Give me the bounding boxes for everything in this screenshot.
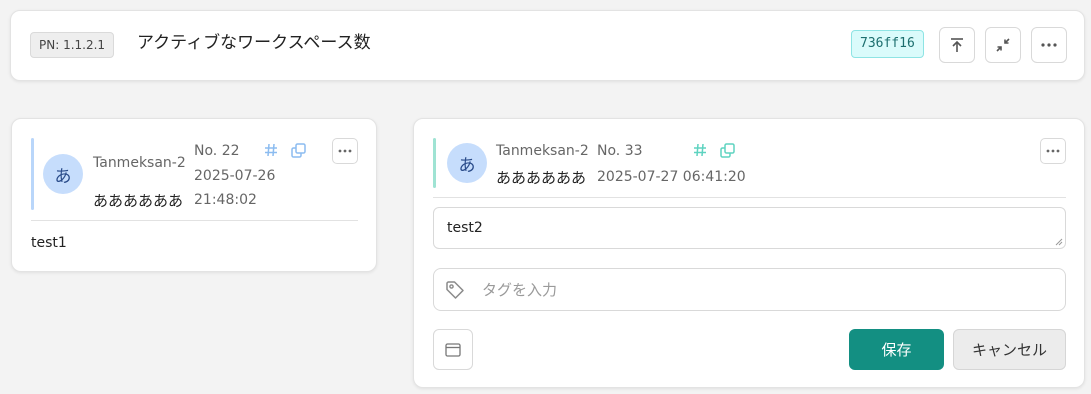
copy-icon[interactable] (720, 143, 735, 158)
post-more-button[interactable] (332, 138, 358, 164)
post-body: test1 (31, 235, 67, 251)
post-number: No. 22 (194, 143, 240, 159)
post-time: 21:48:02 (194, 192, 257, 208)
resize-handle-icon[interactable] (1055, 238, 1063, 246)
hash-icon[interactable] (693, 143, 707, 157)
copy-icon[interactable] (291, 143, 306, 158)
cancel-button[interactable]: キャンセル (953, 329, 1066, 370)
divider (31, 220, 358, 221)
post-accent (31, 138, 34, 210)
editor-number: No. 33 (597, 143, 643, 159)
more-icon (1046, 149, 1060, 153)
editor-username: Tanmeksan-2 (496, 143, 589, 159)
collapse-button[interactable] (985, 27, 1021, 63)
divider (433, 197, 1066, 198)
post-card: あ Tanmeksan-2 ああああああ No. 22 2025-07-26 2… (11, 118, 377, 272)
tag-icon (446, 281, 464, 299)
commit-hash-badge[interactable]: 736ff16 (851, 30, 924, 58)
collapse-icon (996, 38, 1010, 52)
editor-more-button[interactable] (1040, 138, 1066, 164)
more-icon (1041, 43, 1057, 47)
hash-icon[interactable] (264, 143, 278, 157)
template-button[interactable] (433, 329, 473, 370)
save-button[interactable]: 保存 (849, 329, 944, 370)
more-icon (338, 149, 352, 153)
more-button[interactable] (1031, 27, 1067, 63)
scroll-to-top-button[interactable] (939, 27, 975, 63)
post-username: Tanmeksan-2 (93, 155, 186, 171)
editor-accent (433, 138, 436, 188)
pn-badge: PN: 1.1.2.1 (30, 32, 115, 58)
post-date: 2025-07-26 (194, 168, 276, 184)
post-display-name: ああああああ (93, 192, 184, 210)
post-textarea-text: test2 (447, 220, 483, 236)
editor-display-name: ああああああ (496, 169, 587, 187)
window-icon (445, 342, 461, 357)
tag-input-field[interactable] (433, 268, 1066, 311)
page-title: アクティブなワークスペース数 (137, 33, 371, 53)
avatar: あ (447, 143, 487, 183)
editor-card: あ Tanmeksan-2 ああああああ No. 33 2025-07-27 0… (413, 118, 1085, 388)
editor-datetime: 2025-07-27 06:41:20 (597, 169, 746, 185)
post-textarea[interactable]: test2 (433, 207, 1066, 249)
question-header: PN: 1.1.2.1 アクティブなワークスペース数 736ff16 (10, 10, 1085, 81)
scroll-to-top-icon (951, 38, 963, 52)
avatar: あ (43, 154, 83, 194)
tag-input[interactable] (482, 279, 1042, 301)
